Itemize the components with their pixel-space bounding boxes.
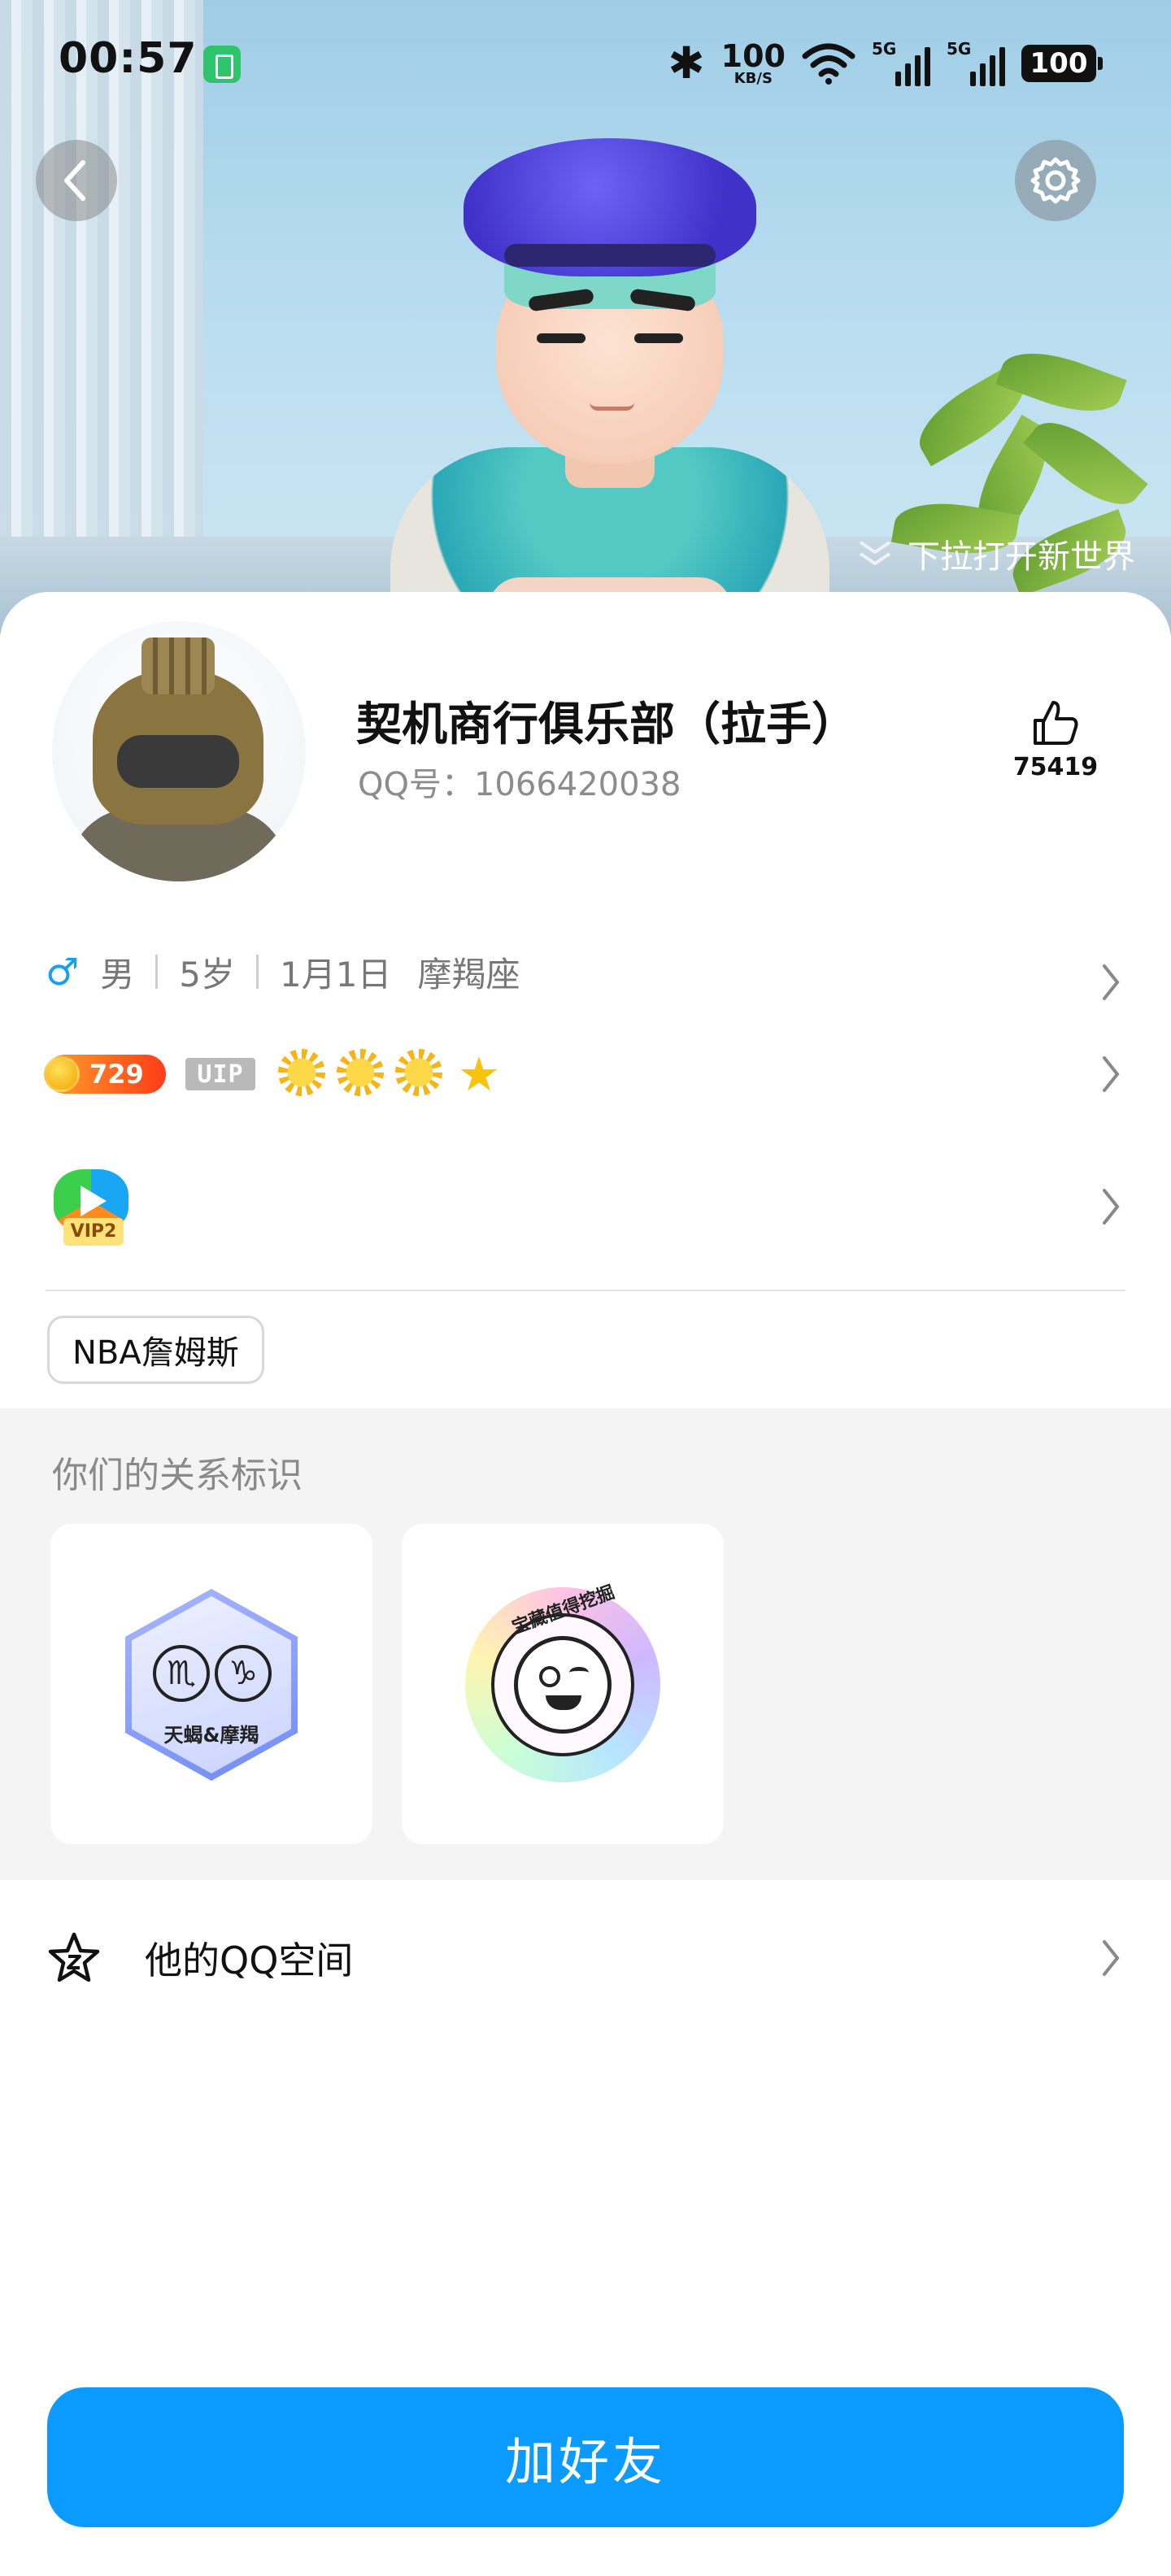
signal-icon-sim1: 5G xyxy=(872,39,930,88)
status-bar: 00:57 ✱ 100 KB/S 5G 5G 100 xyxy=(0,0,1171,122)
gear-icon xyxy=(1030,157,1081,204)
relation-badge-treasure[interactable]: 宝藏值得挖掘 xyxy=(402,1524,724,1844)
qzone-star-icon xyxy=(48,1932,100,1982)
divider xyxy=(46,1290,1125,1291)
wifi-icon xyxy=(802,43,855,85)
chevron-right-icon xyxy=(1103,1056,1120,1092)
coin-icon xyxy=(44,1056,80,1092)
info-separator xyxy=(155,955,159,989)
age: 5岁 xyxy=(179,954,235,994)
battery-icon: 100 xyxy=(1021,45,1103,82)
level-vip-row[interactable]: 729 UIP ★ xyxy=(44,1046,1127,1103)
smiley-face-icon xyxy=(514,1636,612,1734)
status-time: 00:57 xyxy=(59,34,198,83)
gender: 男 xyxy=(100,954,135,994)
info-separator xyxy=(256,955,259,989)
cover-avatar-character xyxy=(382,122,838,634)
nickname: 契机商行俱乐部（拉手） xyxy=(356,698,857,751)
relation-badge-label: 天蝎&摩羯 xyxy=(163,1724,259,1747)
relation-badge-zodiac[interactable]: ♏ ♑ 天蝎&摩羯 xyxy=(50,1524,372,1844)
tencent-video-vip-icon: VIP2 xyxy=(54,1169,128,1246)
level-badge: 729 xyxy=(44,1055,166,1094)
qzone-label: 他的QQ空间 xyxy=(145,1939,354,1982)
zodiac-sign: 摩羯座 xyxy=(417,954,520,994)
bluetooth-icon: ✱ xyxy=(668,37,705,89)
pull-down-hint[interactable]: 下拉打开新世界 xyxy=(855,530,1135,577)
relation-section: 你们的关系标识 ♏ ♑ 天蝎&摩羯 宝藏值得挖掘 xyxy=(0,1408,1171,1880)
qzone-row[interactable]: 他的QQ空间 xyxy=(46,1917,1127,1999)
chevron-left-icon xyxy=(64,160,85,201)
qq-number: QQ号：1066420038 xyxy=(358,766,681,803)
zodiac-symbols-icon: ♏ ♑ xyxy=(151,1641,273,1706)
level-icons: ★ xyxy=(278,1049,504,1099)
chevron-right-icon xyxy=(1103,1189,1120,1225)
sun-icon xyxy=(278,1049,325,1096)
like-button[interactable]: 75419 xyxy=(1007,696,1104,781)
birthday: 1月1日 xyxy=(280,954,392,994)
sun-icon xyxy=(337,1049,384,1096)
like-count: 75419 xyxy=(1012,753,1099,781)
profile-card: 契机商行俱乐部（拉手） QQ号：1066420038 75419 ♂ 男 5岁 … xyxy=(0,592,1171,2576)
chevron-right-icon xyxy=(1103,964,1120,1000)
thumbs-up-icon xyxy=(1034,701,1078,745)
double-chevron-down-icon xyxy=(859,541,891,566)
plant-decoration xyxy=(878,338,1148,634)
interest-tag[interactable]: NBA詹姆斯 xyxy=(47,1316,264,1384)
network-speed: 100 KB/S xyxy=(720,38,786,87)
profile-cover[interactable]: 00:57 ✱ 100 KB/S 5G 5G 100 下拉打开新世界 xyxy=(0,0,1171,634)
add-friend-button[interactable]: 加好友 xyxy=(47,2387,1124,2527)
video-vip-row[interactable]: VIP2 xyxy=(46,1161,1127,1251)
relation-title: 你们的关系标识 xyxy=(52,1455,303,1496)
pull-down-hint-text: 下拉打开新世界 xyxy=(908,538,1135,576)
chevron-right-icon xyxy=(1103,1940,1120,1976)
settings-button[interactable] xyxy=(1015,140,1096,221)
male-icon: ♂ xyxy=(46,950,80,994)
sun-icon xyxy=(395,1049,442,1096)
back-button[interactable] xyxy=(36,140,117,221)
battery-saver-icon xyxy=(203,46,241,83)
basic-info-row[interactable]: ♂ 男 5岁 1月1日 摩羯座 xyxy=(46,943,1127,1000)
uip-badge: UIP xyxy=(185,1058,255,1090)
signal-icon-sim2: 5G xyxy=(947,39,1005,88)
avatar[interactable] xyxy=(52,621,306,881)
star-icon: ★ xyxy=(458,1046,500,1102)
